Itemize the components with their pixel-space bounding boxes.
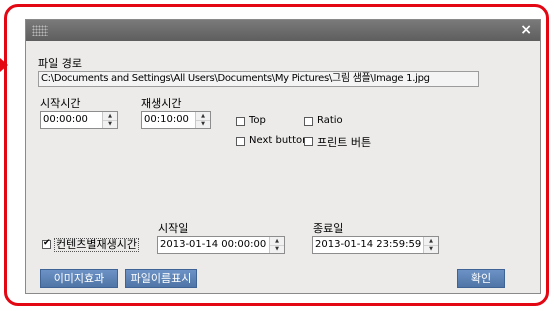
show-filename-button[interactable]: 파일이름표시 bbox=[125, 269, 197, 288]
play-time-label: 재생시간 bbox=[141, 97, 182, 110]
next-button-label: Next button bbox=[249, 135, 309, 146]
ratio-checkbox[interactable] bbox=[304, 117, 313, 126]
start-time-value: 00:00:00 bbox=[43, 114, 88, 125]
start-date-label: 시작일 bbox=[158, 222, 189, 235]
start-date-value: 2013-01-14 00:00:00 bbox=[160, 239, 267, 250]
start-time-spinner[interactable]: 00:00:00 ▲ ▼ bbox=[40, 111, 118, 129]
file-path-label: 파일 경로 bbox=[38, 57, 82, 70]
play-time-spinner[interactable]: 00:10:00 ▲ ▼ bbox=[141, 111, 211, 129]
end-date-arrows: ▲ ▼ bbox=[423, 237, 438, 253]
spin-down-icon[interactable]: ▼ bbox=[424, 245, 438, 253]
ok-button[interactable]: 확인 bbox=[457, 269, 505, 288]
top-label: Top bbox=[249, 115, 266, 126]
end-date-spinner[interactable]: 2013-01-14 23:59:59 ▲ ▼ bbox=[312, 236, 439, 254]
print-button-label: 프린트 버튼 bbox=[317, 136, 372, 149]
start-time-label: 시작시간 bbox=[40, 97, 81, 110]
spin-down-icon[interactable]: ▼ bbox=[103, 120, 117, 128]
grip-icon bbox=[32, 25, 48, 36]
image-effect-button[interactable]: 이미지효과 bbox=[40, 269, 118, 288]
end-date-value: 2013-01-14 23:59:59 bbox=[315, 239, 422, 250]
spin-down-icon[interactable]: ▼ bbox=[270, 245, 284, 253]
end-date-label: 종료일 bbox=[313, 222, 344, 235]
content-play-time-label: 컨텐츠별재생시간 bbox=[54, 238, 139, 252]
print-button-checkbox[interactable] bbox=[304, 137, 313, 146]
highlight-pointer-arrow bbox=[0, 58, 8, 72]
start-date-spinner[interactable]: 2013-01-14 00:00:00 ▲ ▼ bbox=[157, 236, 285, 254]
play-time-arrows: ▲ ▼ bbox=[195, 112, 210, 128]
close-button[interactable]: × bbox=[520, 22, 532, 38]
play-time-value: 00:10:00 bbox=[144, 114, 189, 125]
top-checkbox[interactable] bbox=[236, 117, 245, 126]
spin-down-icon[interactable]: ▼ bbox=[196, 120, 210, 128]
start-time-arrows: ▲ ▼ bbox=[102, 112, 117, 128]
content-play-time-checkbox[interactable] bbox=[42, 238, 51, 249]
start-date-arrows: ▲ ▼ bbox=[269, 237, 284, 253]
title-bar[interactable]: × bbox=[26, 20, 540, 41]
ratio-label: Ratio bbox=[317, 115, 343, 126]
next-button-checkbox[interactable] bbox=[236, 137, 245, 146]
content-settings-dialog: × 파일 경로 C:\Documents and Settings\All Us… bbox=[25, 19, 541, 294]
file-path-field[interactable]: C:\Documents and Settings\All Users\Docu… bbox=[38, 71, 479, 87]
